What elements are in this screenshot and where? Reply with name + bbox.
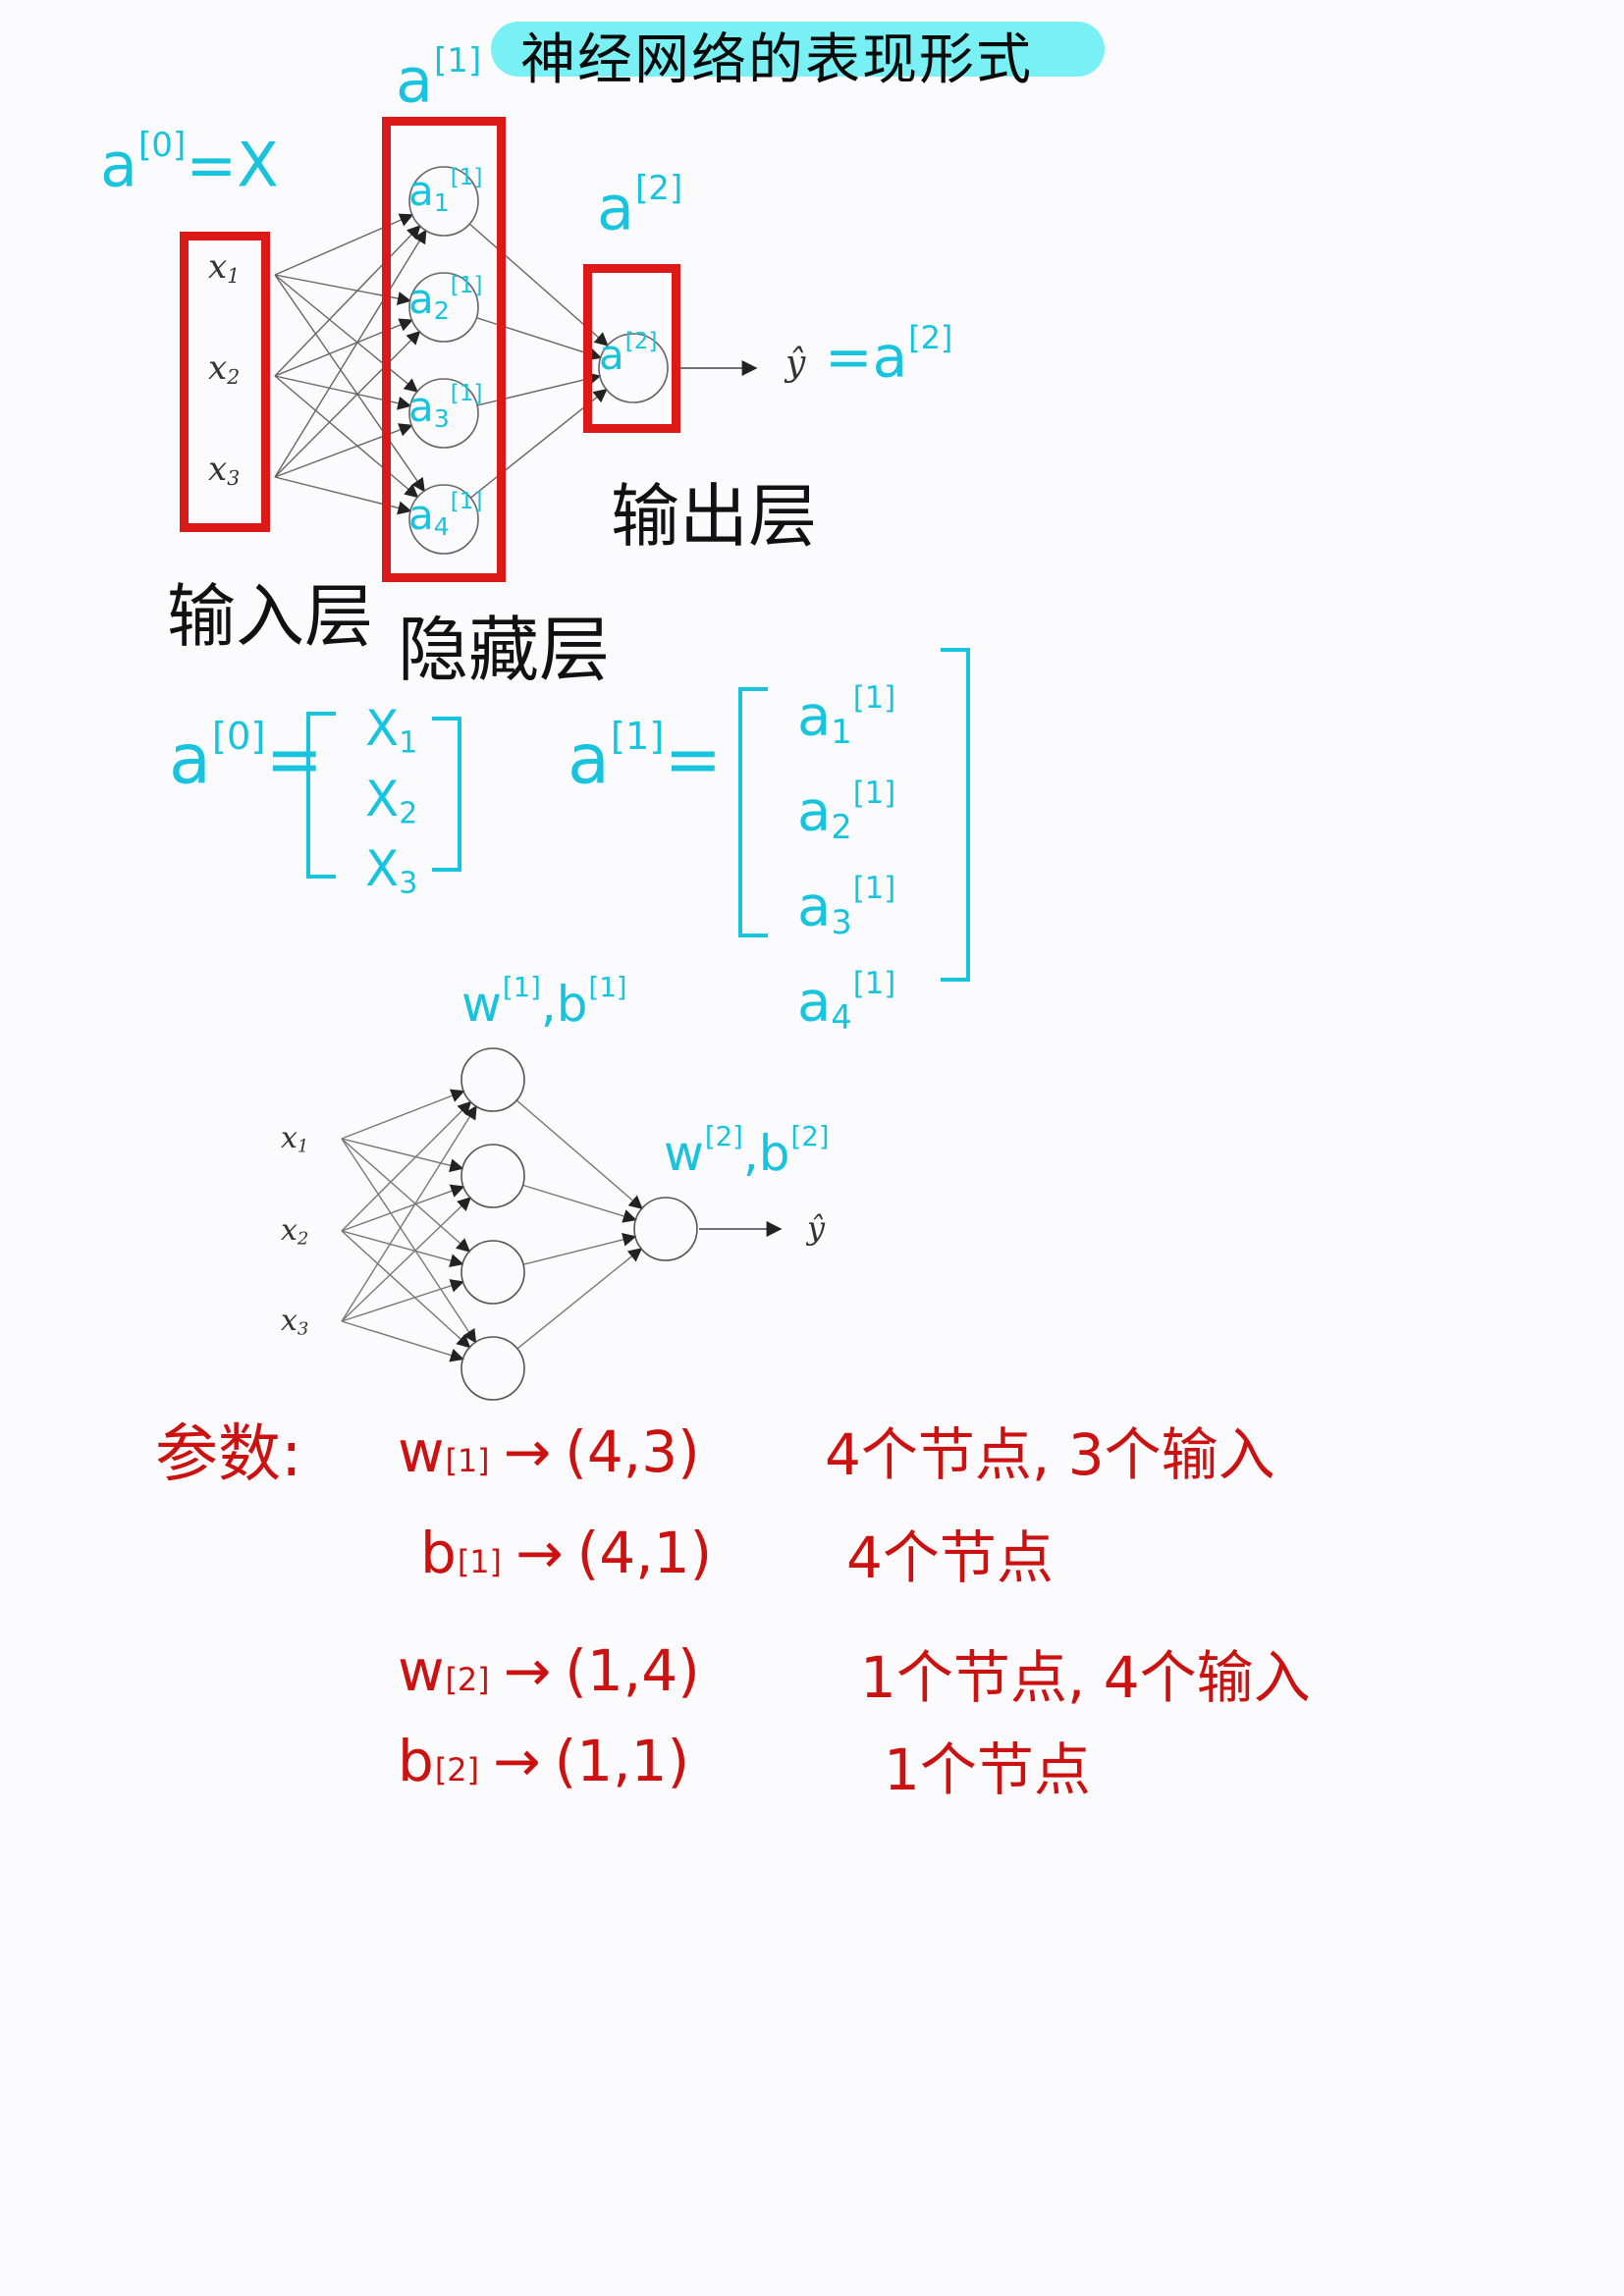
param-note-b2: 1个节点 bbox=[884, 1736, 1091, 1803]
hidden-layer-activation-label: a[1] bbox=[396, 41, 482, 117]
hidden-node-circle bbox=[460, 1144, 525, 1208]
vector-a0-left-bracket bbox=[306, 712, 336, 879]
hidden-node-circle bbox=[460, 1047, 525, 1112]
vector-a1-lhs: a[1]= bbox=[568, 715, 723, 800]
fig2-input-x3: x3 bbox=[281, 1304, 309, 1340]
input-x2: x2 bbox=[208, 348, 241, 390]
fig2-yhat: ŷ bbox=[807, 1209, 826, 1247]
hidden-layer-label: 隐藏层 bbox=[398, 609, 611, 691]
fig2-input-x2: x2 bbox=[281, 1213, 309, 1250]
hidden-node-a2: a2[1] bbox=[408, 273, 483, 326]
hidden-node-a3: a3[1] bbox=[408, 381, 483, 434]
edge bbox=[341, 1197, 471, 1322]
input-activation-label: a[0]=X bbox=[100, 126, 279, 201]
vector-a0-entry: X3 bbox=[365, 840, 418, 901]
vector-a1-entry: a1[1] bbox=[797, 680, 896, 752]
edge bbox=[522, 1233, 637, 1265]
vector-a0-right-bracket bbox=[432, 717, 461, 872]
vector-a0-entries: X1 X2 X3 bbox=[365, 701, 417, 912]
hidden-node-circle bbox=[460, 1336, 525, 1401]
edge bbox=[341, 1184, 465, 1232]
param-row-b2: b [2] → (1,1) bbox=[398, 1728, 690, 1794]
edge bbox=[522, 1184, 637, 1223]
network-2-edges bbox=[341, 1089, 643, 1362]
vector-a0-lhs: a[0]= bbox=[169, 715, 324, 800]
edge bbox=[341, 1138, 471, 1253]
vector-a1-right-bracket bbox=[941, 648, 970, 982]
edge bbox=[341, 1230, 464, 1268]
params-heading: 参数: bbox=[155, 1418, 302, 1491]
param-note-w1: 4个节点, 3个输入 bbox=[825, 1421, 1275, 1488]
edge bbox=[341, 1089, 465, 1140]
edge bbox=[341, 1138, 477, 1344]
vector-a0-entry: X2 bbox=[365, 770, 418, 831]
vector-a1-entries: a1[1] a2[1] a3[1] a4[1] bbox=[797, 667, 895, 1048]
hidden-node-circle bbox=[460, 1240, 525, 1305]
output-layer-label: 输出层 bbox=[611, 476, 817, 557]
vector-a1-left-bracket bbox=[738, 687, 768, 937]
network-2-nodes bbox=[460, 1047, 698, 1401]
edge bbox=[341, 1320, 464, 1362]
param-row-b1: b [1] → (4,1) bbox=[420, 1520, 713, 1586]
edge bbox=[341, 1100, 472, 1232]
edge bbox=[341, 1230, 471, 1349]
vector-a0-entry: X1 bbox=[365, 700, 418, 761]
edge bbox=[516, 1248, 643, 1350]
param-row-w1: w [1] → (4,3) bbox=[398, 1418, 700, 1485]
input-layer-label: 输入层 bbox=[167, 576, 373, 657]
edge bbox=[341, 1138, 464, 1173]
vector-a1-entry: a2[1] bbox=[797, 775, 896, 847]
param-row-w2: w [2] → (1,4) bbox=[398, 1637, 700, 1704]
hidden-node-a1: a1[1] bbox=[408, 165, 483, 218]
edge bbox=[341, 1279, 464, 1322]
param-note-b1: 4个节点 bbox=[846, 1524, 1054, 1591]
input-x3: x3 bbox=[208, 450, 241, 491]
output-node-a: a[2] bbox=[599, 329, 658, 379]
edge bbox=[341, 1104, 477, 1322]
input-x1: x1 bbox=[208, 247, 241, 289]
output-node-circle bbox=[633, 1197, 698, 1261]
edge bbox=[515, 1099, 643, 1209]
layer2-params-label: w[2],b[2] bbox=[664, 1121, 830, 1182]
vector-a1-entry: a4[1] bbox=[797, 966, 896, 1038]
layer1-params-label: w[1],b[1] bbox=[461, 972, 627, 1033]
fig2-input-x1: x1 bbox=[281, 1121, 309, 1157]
vector-a1-entry: a3[1] bbox=[797, 871, 896, 942]
yhat-equals-a2: =a[2] bbox=[825, 319, 953, 391]
hidden-node-a4: a4[1] bbox=[408, 489, 483, 542]
yhat-1: ŷ bbox=[785, 344, 806, 384]
param-note-w2: 1个节点, 4个输入 bbox=[860, 1644, 1311, 1711]
output-activation-label: a[2] bbox=[597, 169, 683, 244]
